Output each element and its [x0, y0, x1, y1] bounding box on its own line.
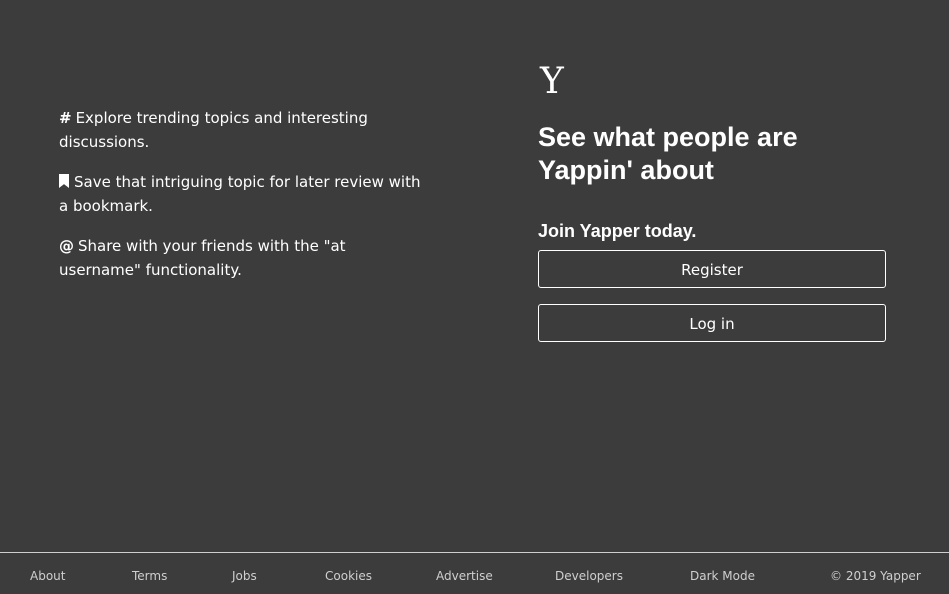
feature-text: Share with your friends with the "at use…: [59, 237, 346, 279]
logo: Y: [540, 61, 564, 102]
footer: About Terms Jobs Cookies Advertise Devel…: [0, 552, 949, 594]
footer-link-developers[interactable]: Developers: [555, 569, 623, 583]
feature-item-bookmark: Save that intriguing topic for later rev…: [59, 170, 431, 218]
footer-link-advertise[interactable]: Advertise: [436, 569, 493, 583]
footer-link-jobs[interactable]: Jobs: [232, 569, 257, 583]
page-title: See what people are Yappin' about: [538, 122, 798, 185]
footer-link-about[interactable]: About: [30, 569, 65, 583]
feature-list: # Explore trending topics and interesting…: [59, 106, 431, 298]
feature-text: Save that intriguing topic for later rev…: [59, 173, 421, 215]
hash-icon: #: [59, 109, 72, 127]
footer-link-terms[interactable]: Terms: [132, 569, 167, 583]
footer-link-cookies[interactable]: Cookies: [325, 569, 372, 583]
feature-item-share: @ Share with your friends with the "at us…: [59, 234, 431, 282]
at-icon: @: [59, 237, 74, 255]
login-button[interactable]: Log in: [538, 304, 886, 342]
signup-panel: Y See what people are Yappin' about Join…: [538, 60, 886, 342]
register-button[interactable]: Register: [538, 250, 886, 288]
footer-copyright: © 2019 Yapper: [830, 569, 921, 583]
join-heading: Join Yapper today.: [538, 221, 697, 241]
footer-link-dark-mode[interactable]: Dark Mode: [690, 569, 755, 583]
feature-text: Explore trending topics and interesting …: [59, 109, 368, 151]
feature-item-explore: # Explore trending topics and interesting…: [59, 106, 431, 154]
bookmark-icon: [59, 174, 69, 188]
